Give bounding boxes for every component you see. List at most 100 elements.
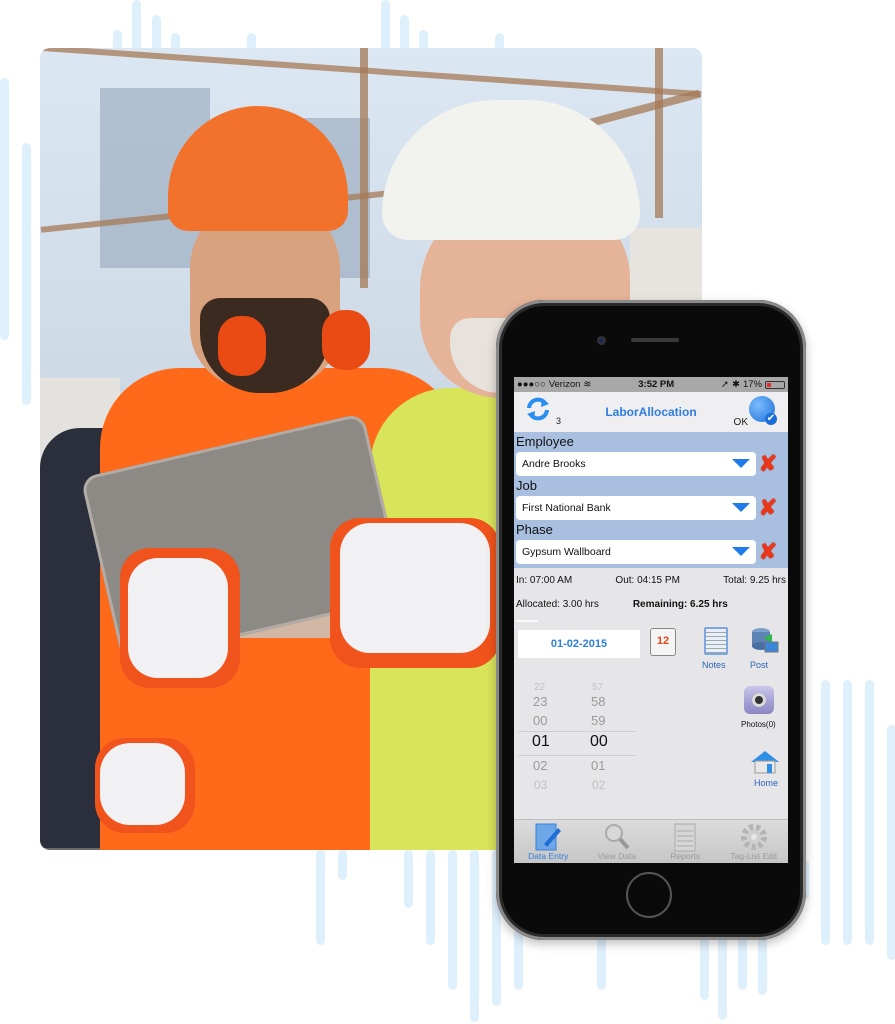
home-label[interactable]: Home (754, 778, 778, 788)
battery-icon (765, 380, 785, 389)
bluetooth-icon: ✱ (732, 379, 740, 390)
pencil-document-icon (535, 823, 562, 851)
glove (340, 523, 490, 653)
deco-line (718, 930, 727, 1020)
time-summary: In: 07:00 AM Out: 04:15 PM Total: 9.25 h… (514, 568, 788, 622)
tab-label: Tag-List Edit (730, 851, 778, 861)
phone-mockup: ●●●○○ Verizon ≋ 3:52 PM ➚ ✱ 17% 3 LaborA… (496, 300, 806, 940)
dropdown-arrow-icon (732, 547, 750, 556)
deco-line (448, 850, 457, 990)
picker-selected-minute: 00 (590, 733, 608, 750)
picker-hour: 00 (533, 713, 548, 728)
calendar-icon[interactable]: 12 (650, 628, 676, 656)
dropdown-arrow-icon (732, 503, 750, 512)
home-icon[interactable] (750, 750, 780, 774)
scaffold-beam (655, 48, 663, 218)
post-label[interactable]: Post (750, 660, 768, 670)
remaining-hours: Remaining: 6.25 hrs (632, 598, 728, 610)
picker-minute: 57 (592, 682, 604, 693)
picker-minute: 59 (591, 713, 606, 728)
job-value: First National Bank (522, 501, 611, 514)
time-in: In: 07:00 AM (516, 574, 573, 586)
deco-line (470, 850, 479, 1022)
picker-hour: 23 (533, 694, 548, 709)
gear-icon (740, 824, 767, 850)
app-screen: ●●●○○ Verizon ≋ 3:52 PM ➚ ✱ 17% 3 LaborA… (514, 377, 788, 863)
carrier-label: Verizon (548, 379, 581, 390)
picker-selected-hour: 01 (532, 733, 550, 750)
front-camera (597, 336, 606, 345)
earmuff (218, 316, 266, 376)
deco-line (843, 680, 852, 945)
phase-field-group: Phase Gypsum Wallboard ✘ (514, 520, 788, 564)
deco-line (700, 930, 709, 1000)
clear-job-icon[interactable]: ✘ (756, 496, 780, 519)
title-bar: 3 LaborAllocation OK (514, 392, 788, 432)
time-total: Total: 9.25 hrs (723, 574, 786, 586)
tab-reports[interactable]: Reports (651, 820, 720, 863)
dropdown-arrow-icon (732, 459, 750, 468)
job-label: Job (516, 478, 537, 493)
wifi-icon: ≋ (583, 379, 592, 390)
tab-bar: Data Entry View Data Reports Tag-List Ed… (514, 819, 788, 863)
date-field[interactable]: 01-02-2015 (518, 630, 640, 658)
deco-line (404, 850, 413, 908)
location-icon: ➚ (721, 379, 730, 390)
picker-hour: 02 (533, 758, 548, 773)
camera-icon[interactable] (744, 686, 774, 714)
picker-hour: 22 (534, 682, 546, 693)
deco-line (316, 850, 325, 945)
deco-line (426, 850, 435, 945)
time-out: Out: 04:15 PM (615, 574, 680, 586)
home-button[interactable] (626, 872, 672, 918)
deco-line (338, 850, 347, 880)
earpiece-speaker (631, 338, 679, 342)
deco-line (865, 680, 874, 945)
picker-minute: 01 (591, 758, 606, 773)
picker-minute: 02 (592, 778, 606, 792)
phase-label: Phase (516, 522, 553, 537)
app-title: LaborAllocation (605, 405, 697, 419)
employee-select[interactable]: Andre Brooks (516, 451, 756, 476)
deco-line (0, 78, 9, 340)
employee-value: Andre Brooks (522, 457, 586, 470)
status-bar: ●●●○○ Verizon ≋ 3:52 PM ➚ ✱ 17% (514, 377, 788, 392)
ok-label: OK (733, 417, 748, 428)
battery-percent: 17% (742, 379, 762, 390)
job-select[interactable]: First National Bank (516, 495, 756, 520)
time-picker[interactable]: 22 57 23 58 00 59 01 00 02 01 03 02 Phot… (514, 682, 788, 800)
picker-selection-line (518, 731, 636, 732)
globe-check-icon[interactable] (749, 396, 777, 425)
notepad-icon (674, 823, 696, 852)
earmuff (322, 310, 370, 370)
notes-label[interactable]: Notes (702, 660, 726, 670)
deco-line (22, 143, 31, 405)
deco-line (514, 930, 523, 990)
job-field-group: Job First National Bank ✘ (514, 476, 788, 520)
deco-line (821, 680, 830, 945)
tab-label: Reports (670, 851, 701, 861)
glove (100, 743, 185, 825)
glove (128, 558, 228, 678)
picker-hour: 03 (534, 778, 548, 792)
tab-tag-list-edit[interactable]: Tag-List Edit (720, 820, 789, 863)
phase-value: Gypsum Wallboard (522, 545, 611, 558)
phase-select[interactable]: Gypsum Wallboard (516, 539, 756, 564)
post-database-icon[interactable] (750, 626, 780, 656)
deco-line (887, 725, 895, 960)
allocation-form: Employee Andre Brooks ✘ Job First Nation… (514, 432, 788, 568)
clear-employee-icon[interactable]: ✘ (756, 452, 780, 475)
allocated-hours: Allocated: 3.00 hrs (516, 598, 599, 610)
sync-count: 3 (556, 416, 562, 426)
tab-view-data[interactable]: View Data (583, 820, 652, 863)
tab-data-entry[interactable]: Data Entry (514, 820, 583, 863)
deco-line (419, 30, 428, 50)
tab-label: View Data (597, 851, 637, 861)
photos-label[interactable]: Photos(0) (741, 720, 776, 729)
clear-phase-icon[interactable]: ✘ (756, 540, 780, 563)
date-actions-row: 01-02-2015 12 Notes Post (514, 622, 788, 682)
notes-icon[interactable] (704, 627, 728, 655)
status-time: 3:52 PM (638, 379, 675, 390)
picker-selection-line (518, 755, 636, 756)
sync-icon[interactable] (525, 396, 551, 422)
